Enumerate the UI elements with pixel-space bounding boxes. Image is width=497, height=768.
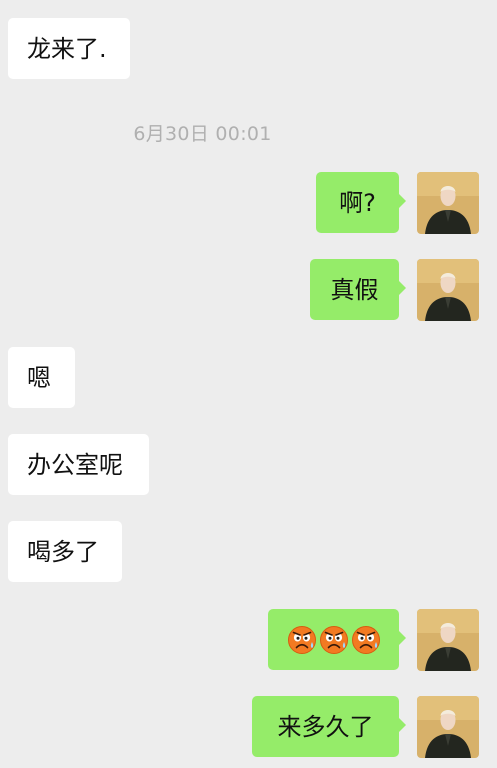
- message-text: 喝多了: [27, 537, 99, 566]
- avatar-portrait-icon: [417, 609, 479, 671]
- message-bubble-outgoing[interactable]: 真假: [310, 259, 406, 320]
- message-text: 真假: [330, 275, 379, 304]
- message-bubble-incoming[interactable]: 嗯: [8, 347, 75, 408]
- angry-sweat-emoji-icon: [287, 625, 316, 654]
- message-text: 来多久了: [277, 712, 374, 741]
- avatar-portrait-icon: [417, 259, 479, 321]
- message-text: 啊?: [339, 188, 376, 217]
- avatar-portrait-icon: [417, 172, 479, 234]
- bubble-tail: [398, 630, 406, 646]
- message-text: 办公室呢: [27, 450, 123, 479]
- avatar-portrait-icon: [417, 696, 479, 758]
- bubble-tail: [398, 280, 406, 296]
- avatar[interactable]: [417, 259, 479, 321]
- avatar[interactable]: [417, 172, 479, 234]
- avatar[interactable]: [417, 696, 479, 758]
- message-bubble-outgoing[interactable]: [268, 609, 406, 670]
- message-bubble-incoming[interactable]: 龙来了.: [8, 18, 130, 79]
- bubble-tail: [398, 717, 406, 733]
- message-bubble-incoming[interactable]: 喝多了: [8, 521, 122, 582]
- angry-sweat-emoji-icon: [319, 625, 348, 654]
- emoji-row: [287, 625, 381, 655]
- angry-sweat-emoji-icon: [351, 625, 380, 654]
- bubble-tail: [398, 193, 406, 209]
- message-timestamp: 6月30日 00:01: [133, 123, 272, 145]
- message-bubble-incoming[interactable]: 办公室呢: [8, 434, 149, 495]
- message-bubble-outgoing[interactable]: 来多久了: [252, 696, 406, 757]
- message-text: 嗯: [27, 363, 51, 392]
- message-text: 龙来了.: [27, 34, 107, 63]
- message-bubble-outgoing[interactable]: 啊?: [316, 172, 406, 233]
- avatar[interactable]: [417, 609, 479, 671]
